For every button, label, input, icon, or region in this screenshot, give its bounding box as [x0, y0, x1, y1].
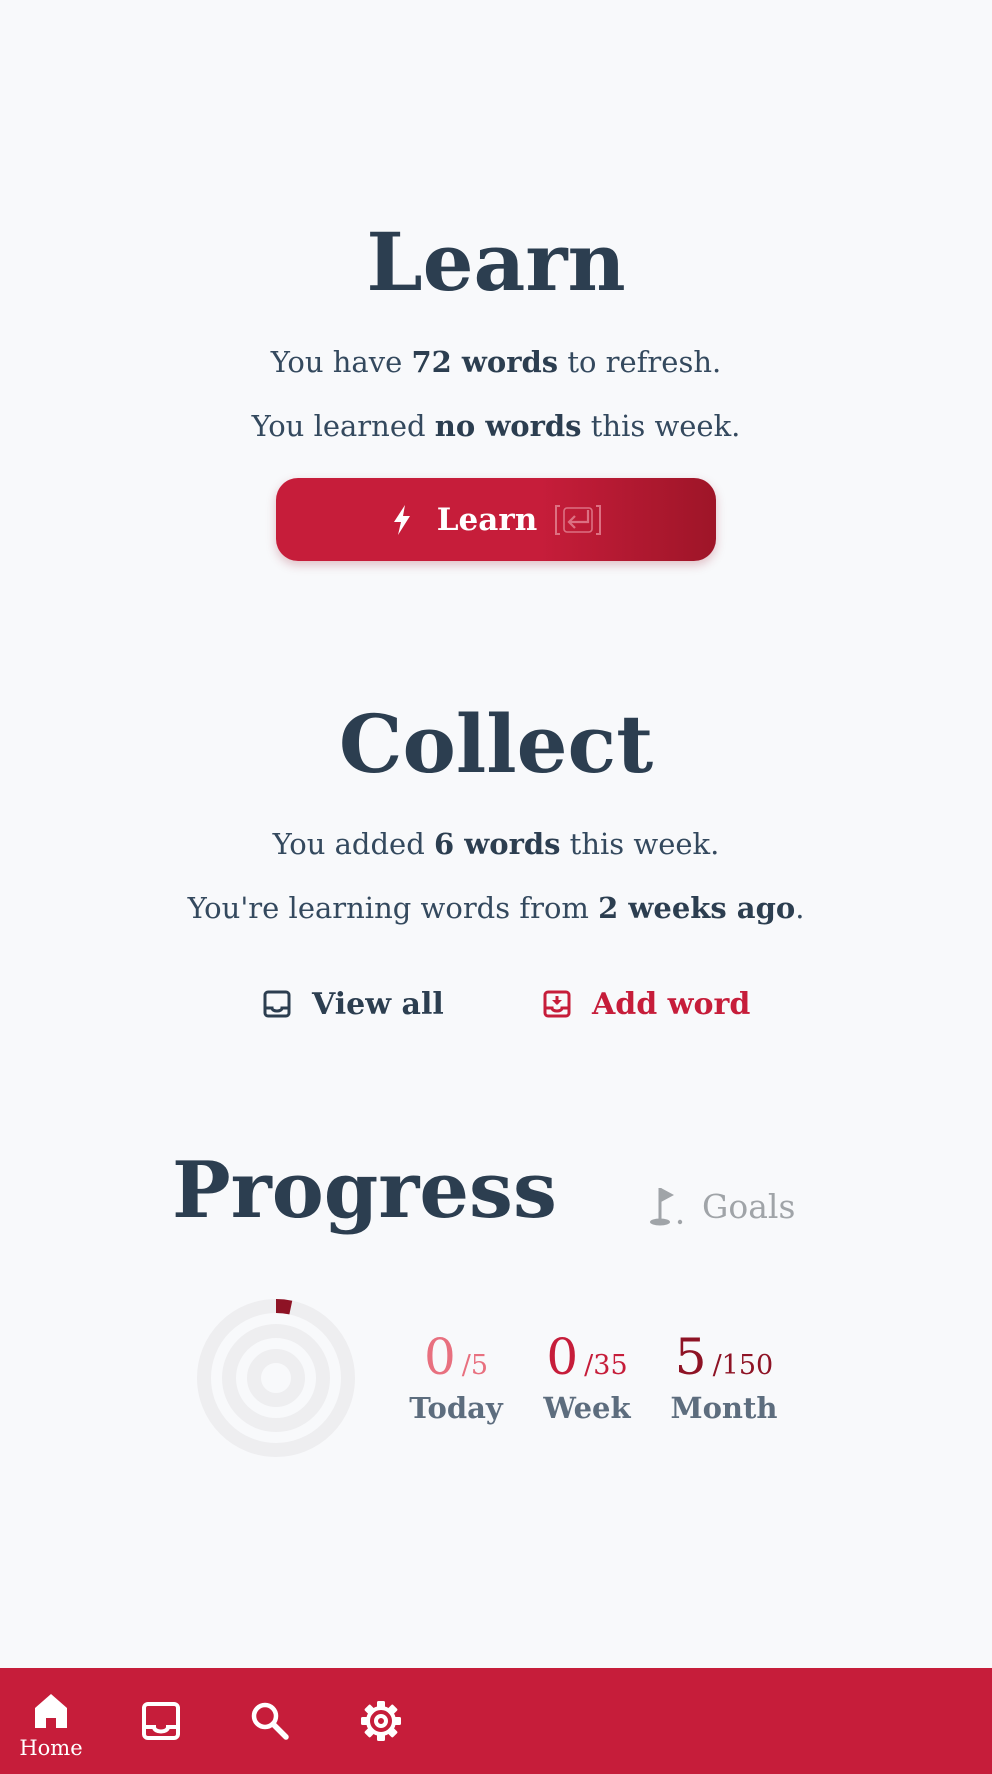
golf-flag-icon [650, 1188, 683, 1226]
refresh-summary-post: to refresh. [558, 345, 722, 379]
month-stat: 5 /150 Month [668, 1332, 780, 1423]
learn-title: Learn [366, 215, 626, 309]
month-caption: Month [670, 1391, 778, 1425]
week-ring-track [222, 1324, 330, 1432]
today-value: 0 [423, 1328, 456, 1386]
added-summary-post: this week. [560, 827, 720, 861]
today-caption: Today [409, 1391, 503, 1425]
bottom-nav: Home [0, 1668, 992, 1774]
week-stat: 0 /35 Week [537, 1332, 637, 1423]
home-icon [35, 1694, 67, 1728]
month-value: 5 [674, 1328, 707, 1386]
today-stat: 0 /5 Today [406, 1332, 506, 1423]
home-page: Learn You have 72 words to refresh. You … [0, 0, 992, 1774]
collect-title: Collect [338, 697, 654, 791]
nav-home-label: Home [19, 1736, 83, 1760]
learning-from-pre: You're learning words from [187, 891, 599, 925]
month-goal: /150 [712, 1350, 774, 1381]
goals-label: Goals [702, 1186, 796, 1226]
learning-from-summary: You're learning words from 2 weeks ago. [0, 894, 992, 923]
learned-summary: You learned no words this week. [0, 412, 992, 441]
refresh-summary: You have 72 words to refresh. [0, 348, 992, 377]
add-word-label: Add word [592, 986, 751, 1022]
week-goal: /35 [584, 1350, 628, 1381]
refresh-summary-pre: You have [270, 345, 412, 379]
progress-rings [197, 1299, 355, 1457]
inbox-icon [142, 1702, 180, 1740]
progress-title: Progress [172, 1145, 557, 1236]
week-value: 0 [546, 1328, 579, 1386]
added-summary: You added 6 words this week. [0, 830, 992, 859]
inbox-download-icon [543, 990, 571, 1018]
search-icon [251, 1702, 289, 1740]
learning-from-value: 2 weeks ago [598, 891, 796, 925]
today-goal: /5 [461, 1350, 489, 1381]
lightning-bolt-icon [393, 504, 410, 535]
month-value-row: 5 /150 [668, 1332, 780, 1382]
view-all-button[interactable]: View all [262, 984, 444, 1024]
gear-icon [361, 1701, 401, 1741]
week-caption: Week [543, 1391, 631, 1425]
goals-button[interactable]: Goals [648, 1184, 795, 1228]
view-all-label: View all [312, 986, 444, 1022]
today-ring-track [247, 1349, 305, 1407]
learn-button-label: Learn [436, 501, 538, 538]
enter-key-icon [555, 504, 602, 536]
today-value-row: 0 /5 [406, 1332, 506, 1382]
nav-item-home[interactable]: Home [1, 1668, 101, 1774]
learning-from-post: . [795, 891, 805, 925]
add-word-button[interactable]: Add word [542, 984, 750, 1024]
nav-item-settings[interactable] [331, 1668, 431, 1774]
nav-item-search[interactable] [220, 1668, 320, 1774]
refresh-count: 72 words [411, 345, 559, 379]
learned-summary-post: this week. [581, 409, 741, 443]
learned-count: no words [434, 409, 582, 443]
added-count: 6 words [434, 827, 561, 861]
inbox-icon [263, 990, 291, 1018]
added-summary-pre: You added [272, 827, 434, 861]
nav-item-inbox[interactable] [111, 1668, 211, 1774]
week-value-row: 0 /35 [537, 1332, 637, 1382]
learned-summary-pre: You learned [251, 409, 435, 443]
learn-button[interactable]: Learn [276, 478, 716, 561]
